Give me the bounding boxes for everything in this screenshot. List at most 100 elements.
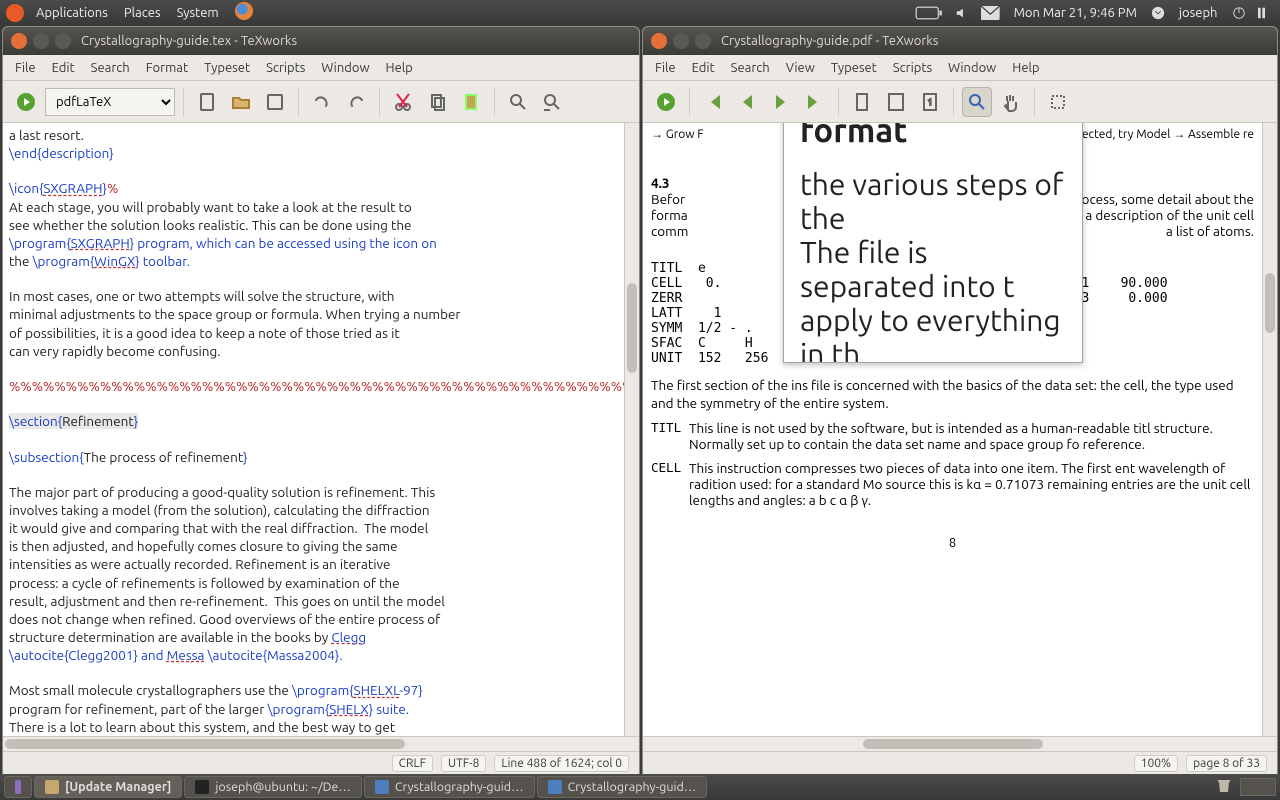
indicator-icon[interactable] [1252, 6, 1275, 20]
editor-scrollbar-h[interactable] [3, 736, 639, 751]
close-icon[interactable] [651, 33, 667, 49]
menu-view[interactable]: View [778, 61, 823, 75]
battery-icon[interactable] [909, 6, 949, 20]
shutdown-icon[interactable] [1226, 6, 1252, 20]
status-eol[interactable]: CRLF [392, 755, 433, 772]
pdf-fragment: → Grow F [651, 127, 704, 141]
menu-scripts[interactable]: Scripts [258, 61, 313, 75]
menu-window[interactable]: Window [940, 61, 1004, 75]
replace-button[interactable] [537, 87, 567, 117]
user-switch-icon[interactable] [1145, 6, 1171, 20]
menu-help[interactable]: Help [378, 61, 421, 75]
status-pos: Line 488 of 1624; col 0 [494, 755, 629, 772]
editor-statusbar: CRLF UTF-8 Line 488 of 1624; col 0 [3, 751, 639, 775]
menu-file[interactable]: File [7, 61, 44, 75]
menu-file[interactable]: File [647, 61, 684, 75]
page-number: 8 [651, 536, 1254, 550]
redo-button[interactable] [341, 87, 371, 117]
next-page-button[interactable] [766, 87, 796, 117]
volume-icon[interactable] [949, 6, 975, 20]
select-tool-button[interactable] [1043, 87, 1073, 117]
menu-window[interactable]: Window [313, 61, 377, 75]
editor-menubar: File Edit Search Format Typeset Scripts … [3, 55, 639, 81]
pdf-view[interactable]: → Grow F nected, try Model → Assemble re… [643, 123, 1277, 736]
user-menu[interactable]: joseph [1171, 6, 1226, 20]
fit-width-button[interactable] [881, 87, 911, 117]
menu-edit[interactable]: Edit [44, 61, 83, 75]
pdf-paragraph: The first section of the ins file is con… [651, 376, 1254, 412]
task-update-manager[interactable]: [Update Manager] [34, 776, 182, 798]
menu-format[interactable]: Format [138, 61, 196, 75]
viewer-toolbar: 1 [643, 81, 1277, 123]
menu-search[interactable]: Search [83, 61, 138, 75]
page-indicator[interactable]: page 8 of 33 [1186, 755, 1267, 772]
viewer-statusbar: 100% page 8 of 33 [643, 751, 1277, 775]
workspace-switcher[interactable] [1240, 778, 1276, 796]
status-enc[interactable]: UTF-8 [441, 755, 486, 772]
menu-help[interactable]: Help [1004, 61, 1047, 75]
first-page-button[interactable] [698, 87, 728, 117]
editor-title: Crystallography-guide.tex - TeXworks [81, 34, 297, 48]
maximize-icon[interactable] [695, 33, 711, 49]
show-desktop-button[interactable] [4, 776, 32, 798]
gnome-bottom-panel: [Update Manager] joseph@ubuntu: ~/De… Cr… [0, 774, 1280, 800]
typeset-button[interactable] [11, 87, 41, 117]
fit-page-button[interactable] [847, 87, 877, 117]
editor-scrollbar-v[interactable] [624, 123, 639, 736]
magnifier-overlay: format the various steps of the The file… [783, 123, 1083, 363]
cell-item: CELLThis instruction compresses two piec… [651, 460, 1254, 508]
ubuntu-logo-icon [6, 4, 24, 22]
menu-typeset[interactable]: Typeset [823, 61, 885, 75]
magnify-tool-button[interactable] [962, 87, 992, 117]
open-button[interactable] [226, 87, 256, 117]
viewer-titlebar[interactable]: Crystallography-guide.pdf - TeXworks [643, 27, 1277, 55]
copy-button[interactable] [422, 87, 452, 117]
editor-toolbar: pdfLaTeX [3, 81, 639, 123]
find-button[interactable] [503, 87, 533, 117]
zoom-level[interactable]: 100% [1134, 755, 1178, 772]
places-menu[interactable]: Places [116, 6, 169, 20]
pdf-scrollbar-h[interactable] [643, 736, 1277, 751]
actual-size-button[interactable]: 1 [915, 87, 945, 117]
texworks-editor-window: Crystallography-guide.tex - TeXworks Fil… [2, 26, 640, 776]
viewer-title: Crystallography-guide.pdf - TeXworks [721, 34, 938, 48]
new-button[interactable] [192, 87, 222, 117]
svg-text:1: 1 [928, 98, 933, 107]
mail-icon[interactable] [975, 6, 1006, 20]
clock[interactable]: Mon Mar 21, 9:46 PM [1006, 6, 1145, 20]
engine-select[interactable]: pdfLaTeX [45, 88, 175, 116]
minimize-icon[interactable] [673, 33, 689, 49]
pdf-fragment: nected, try Model → Assemble re [1075, 127, 1254, 141]
menu-search[interactable]: Search [723, 61, 778, 75]
menu-scripts[interactable]: Scripts [885, 61, 940, 75]
paste-button[interactable] [456, 87, 486, 117]
minimize-icon[interactable] [33, 33, 49, 49]
typeset-button[interactable] [651, 87, 681, 117]
last-page-button[interactable] [800, 87, 830, 117]
section-number: 4.3 [651, 175, 685, 191]
task-terminal[interactable]: joseph@ubuntu: ~/De… [184, 776, 361, 798]
texworks-viewer-window: Crystallography-guide.pdf - TeXworks Fil… [642, 26, 1278, 776]
editor-area[interactable]: a last resort. \end{description} \icon{S… [3, 123, 639, 736]
system-menu[interactable]: System [169, 6, 227, 20]
menu-typeset[interactable]: Typeset [196, 61, 258, 75]
applications-menu[interactable]: Applications [28, 6, 116, 20]
editor-text[interactable]: a last resort. \end{description} \icon{S… [3, 123, 624, 736]
maximize-icon[interactable] [55, 33, 71, 49]
firefox-launcher[interactable] [227, 2, 261, 23]
menu-edit[interactable]: Edit [684, 61, 723, 75]
gnome-top-panel: Applications Places System Mon Mar 21, 9… [0, 0, 1280, 25]
undo-button[interactable] [307, 87, 337, 117]
pan-tool-button[interactable] [996, 87, 1026, 117]
titl-item: TITLThis line is not used by the softwar… [651, 420, 1254, 452]
save-button[interactable] [260, 87, 290, 117]
trash-icon[interactable] [1216, 778, 1232, 797]
task-texworks-tex[interactable]: Crystallography-guid… [364, 776, 535, 798]
firefox-icon [235, 2, 253, 20]
cut-button[interactable] [388, 87, 418, 117]
close-icon[interactable] [11, 33, 27, 49]
prev-page-button[interactable] [732, 87, 762, 117]
task-texworks-pdf[interactable]: Crystallography-guid… [537, 776, 708, 798]
editor-titlebar[interactable]: Crystallography-guide.tex - TeXworks [3, 27, 639, 55]
pdf-scrollbar-v[interactable] [1262, 123, 1277, 736]
